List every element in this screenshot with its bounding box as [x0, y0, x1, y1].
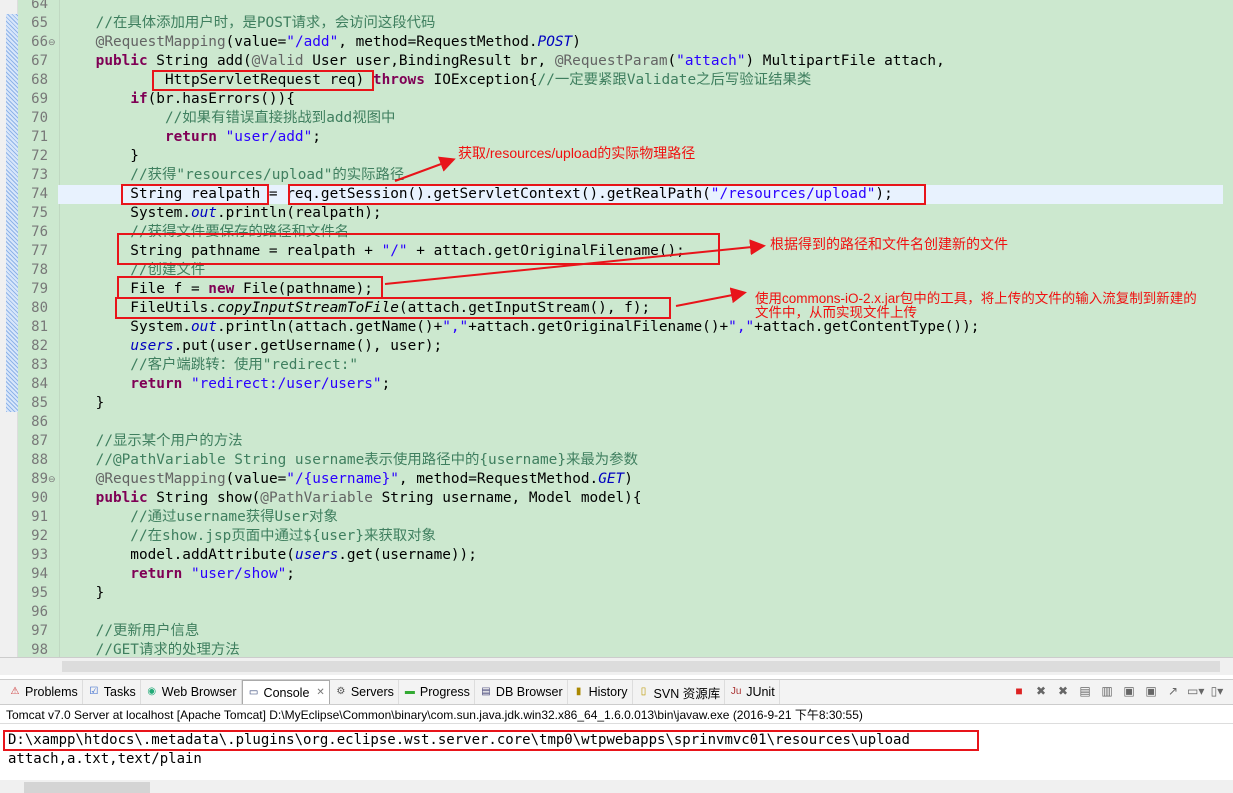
- tab-history[interactable]: ▮ History: [568, 680, 633, 704]
- tab-db-browser[interactable]: ▤ DB Browser: [475, 680, 568, 704]
- arrow-copy: [675, 287, 747, 307]
- annotation-arrows: [384, 156, 766, 307]
- tab-label: DB Browser: [495, 685, 563, 699]
- annotation-realpath: 获取/resources/upload的实际物理路径: [458, 145, 696, 161]
- junit-icon: Ju: [730, 686, 742, 697]
- tab-label: Tasks: [103, 685, 136, 699]
- tab-label: JUnit: [746, 685, 775, 699]
- database-icon: ▤: [481, 686, 491, 697]
- tab-problems[interactable]: ⚠ Problems: [4, 680, 83, 704]
- problems-icon: ⚠: [10, 686, 20, 697]
- tab-junit[interactable]: Ju JUnit: [725, 680, 780, 704]
- tab-console[interactable]: ▭ Console ✕: [241, 680, 330, 704]
- close-icon[interactable]: ✕: [316, 687, 324, 698]
- history-icon: ▮: [575, 686, 582, 697]
- tab-servers[interactable]: ⚙ Servers: [330, 680, 399, 704]
- scrollbar-thumb[interactable]: [62, 661, 1220, 672]
- open-console-icon[interactable]: ▯▾: [1209, 683, 1225, 699]
- pin-console-icon[interactable]: ↗: [1165, 683, 1181, 699]
- annotation-new-file: 根据得到的路径和文件名创建新的文件: [770, 236, 1008, 252]
- show-on-error-icon[interactable]: ▣: [1143, 683, 1159, 699]
- console-horizontal-scrollbar[interactable]: [0, 780, 1233, 793]
- tab-svn[interactable]: ▯ SVN 资源库: [633, 680, 726, 704]
- servers-icon: ⚙: [336, 686, 346, 697]
- tab-label: Progress: [419, 685, 470, 699]
- scroll-lock-icon[interactable]: ▥: [1099, 683, 1115, 699]
- editor-horizontal-scrollbar[interactable]: [0, 657, 1233, 675]
- terminate-icon[interactable]: ■: [1011, 683, 1027, 699]
- scrollbar-thumb[interactable]: [24, 782, 150, 793]
- svn-icon: ▯: [640, 686, 647, 697]
- tab-label: Problems: [25, 685, 78, 699]
- annotation-copy: 使用commons-iO-2.x.jar包中的工具，将上传的文件的输入流复制到新…: [755, 291, 1197, 320]
- tab-label: SVN 资源库: [653, 686, 721, 701]
- tab-web-browser[interactable]: ◉ Web Browser: [141, 680, 242, 704]
- console-output[interactable]: D:\xampp\htdocs\.metadata\.plugins\org.e…: [0, 724, 1233, 780]
- tab-label: Console: [263, 685, 310, 700]
- arrow-realpath: [394, 156, 456, 182]
- clear-console-icon[interactable]: ▤: [1077, 683, 1093, 699]
- remove-all-icon[interactable]: ✖: [1055, 683, 1071, 699]
- console-icon: ▭: [248, 686, 259, 698]
- tab-progress[interactable]: ▬ Progress: [399, 680, 475, 704]
- progress-icon: ▬: [404, 686, 415, 697]
- console-process-label: Tomcat v7.0 Server at localhost [Apache …: [0, 706, 1233, 724]
- tab-label: Servers: [350, 685, 394, 699]
- tab-tasks[interactable]: ☑ Tasks: [83, 680, 141, 704]
- tab-label: History: [588, 685, 628, 699]
- console-toolbar: ■ ✖ ✖ ▤ ▥ ▣ ▣ ↗ ▭▾ ▯▾: [1011, 683, 1225, 699]
- console-line-attach: attach,a.txt,text/plain: [8, 751, 202, 767]
- tasks-icon: ☑: [89, 686, 99, 697]
- display-console-icon[interactable]: ▭▾: [1187, 683, 1204, 699]
- highlight-box-console-path: [3, 730, 979, 751]
- tab-label: Web Browser: [161, 685, 237, 699]
- remove-launch-icon[interactable]: ✖: [1033, 683, 1049, 699]
- arrow-new-file: [384, 239, 766, 285]
- globe-icon: ◉: [147, 686, 157, 697]
- code-editor[interactable]: 64 65 66 ⊖ 67 68 69 70 71 72 73 74 75 76 77 78 79 80 81 82 8…: [0, 0, 1233, 657]
- show-on-output-icon[interactable]: ▣: [1121, 683, 1137, 699]
